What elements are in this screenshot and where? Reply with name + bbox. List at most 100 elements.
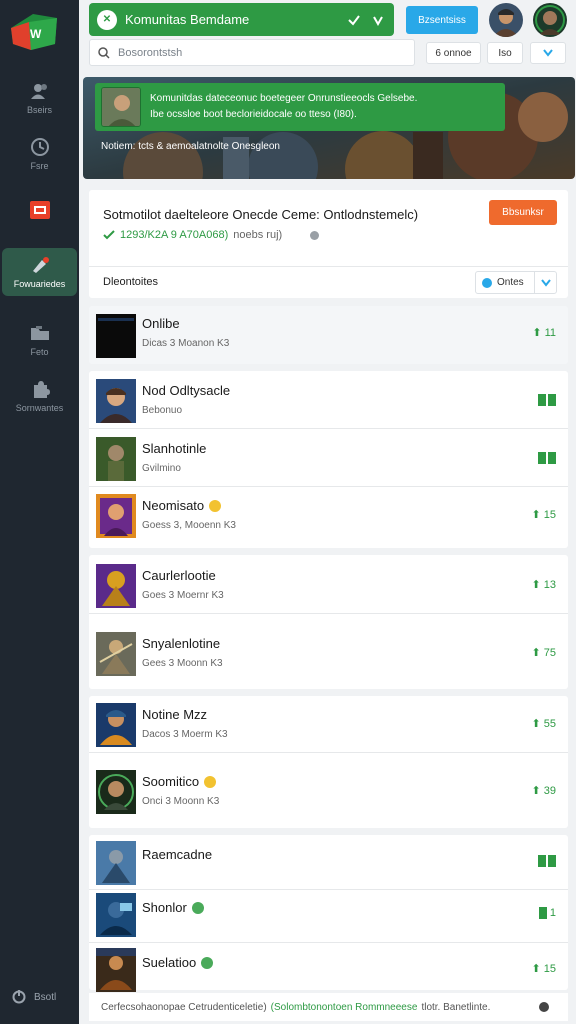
online-dot-icon: [201, 956, 214, 969]
dropdown-button[interactable]: [530, 42, 566, 64]
sidebar-item-calendar[interactable]: [2, 186, 77, 234]
rank-change: ⬆ 15: [531, 508, 556, 522]
sidebar-item-clock[interactable]: Fsre: [2, 130, 77, 178]
sidebar-item-label: Bseirs: [26, 105, 52, 115]
puzzle-icon: [29, 379, 51, 399]
sort-label: Iso: [498, 47, 512, 59]
join-button[interactable]: Bbsunksr: [489, 200, 557, 225]
online-dot-icon: [191, 901, 204, 914]
sort-button[interactable]: Iso: [487, 42, 523, 64]
app-logo[interactable]: W: [11, 14, 57, 50]
list-item[interactable]: Neomisato Goess 3, Mooenn K3 ⬆ 15: [89, 488, 568, 544]
announcement-banner[interactable]: Komunitdas dateceonuc boetegeer Onrunsti…: [83, 77, 575, 179]
game-name: Onlibe: [142, 316, 180, 331]
sidebar-item-users[interactable]: Bseirs: [2, 74, 77, 122]
power-icon: [12, 990, 26, 1004]
sidebar-footer-label: Bsotl: [34, 991, 57, 1003]
list-item[interactable]: Soomitico Onci 3 Moonn K3 ⬆ 39: [89, 764, 568, 820]
sidebar-item-puzzle[interactable]: Sornwantes: [2, 372, 77, 420]
game-thumbnail: [96, 564, 136, 608]
status-dot-icon: [482, 277, 492, 288]
banner-message-box: [95, 83, 505, 131]
rank-change: ⬆ 13: [531, 578, 556, 592]
close-badge-icon[interactable]: ✕: [97, 9, 117, 30]
game-name: Nod Odltysacle: [142, 383, 231, 398]
list-item[interactable]: Slanhotinle Gvilmino: [89, 431, 568, 487]
game-thumbnail: [96, 437, 136, 481]
info-icon[interactable]: [310, 231, 319, 240]
game-name: Soomitico: [142, 774, 217, 789]
divider: [89, 752, 568, 753]
banner-thumbnail: [101, 87, 141, 127]
game-name: Notine Mzz: [142, 707, 208, 722]
sidebar-item-rocket[interactable]: Fowuariedes: [2, 248, 77, 296]
community-title-bar[interactable]: ✕ Komunitas Bemdame: [89, 3, 394, 36]
sidebar-item-label: Fsre: [30, 161, 49, 171]
list-item[interactable]: Suelatioo ⬆ 15: [89, 942, 568, 998]
game-meta: Dicas 3 Moanon K3: [142, 338, 230, 349]
up-arrow-icon: ⬆: [531, 647, 541, 659]
rank-change: ⬆ 11: [532, 326, 556, 340]
status-select[interactable]: Ontes: [475, 271, 557, 294]
game-thumbnail: [96, 632, 136, 676]
sidebar-item-folder[interactable]: Feto: [2, 316, 77, 364]
rank-change: 1: [538, 907, 556, 919]
chevron-down-icon[interactable]: [534, 272, 556, 293]
rank-change: ⬆ 15: [531, 962, 556, 976]
chevron-down-icon[interactable]: [370, 12, 386, 28]
check-icon: [103, 230, 115, 240]
list-item[interactable]: Onlibe Dicas 3 Moanon K3 ⬆ 11: [89, 306, 568, 362]
activity-bars-icon: [538, 452, 556, 464]
rank-change: ⬆ 39: [531, 784, 556, 798]
activity-bars-icon: [538, 855, 556, 867]
list-item[interactable]: Raemcadne: [89, 834, 568, 890]
game-name: Neomisato: [142, 498, 222, 513]
up-arrow-icon: ⬆: [531, 718, 541, 730]
up-arrow-icon: ⬆: [531, 579, 541, 591]
game-meta: Goess 3, Mooenn K3: [142, 520, 236, 531]
search-input[interactable]: Bosorontstsh: [89, 39, 415, 66]
rank-change: ⬆ 55: [531, 717, 556, 731]
list-item[interactable]: Caurlerlootie Goes 3 Moernr K3 ⬆ 13: [89, 558, 568, 614]
primary-button[interactable]: Bzsentsiss: [406, 6, 478, 34]
list-item[interactable]: Nod Odltysacle Bebonuo: [89, 373, 568, 429]
banner-detail: Ibe ocssloe boot beclorieidocale oo ttes…: [150, 109, 357, 120]
rocket-icon: [29, 255, 51, 275]
avatar[interactable]: [489, 3, 523, 37]
list-item[interactable]: Snyalenlotine Gees 3 Moonn K3 ⬆ 75: [89, 626, 568, 682]
chevron-down-icon: [543, 49, 553, 57]
filter-label: 6 onnoe: [435, 47, 472, 59]
list-item[interactable]: Notine Mzz Dacos 3 Moerm K3 ⬆ 55: [89, 697, 568, 753]
clock-icon: [29, 137, 51, 157]
event-status: 1293/K2A 9 A70A068) noebs ruj): [103, 229, 282, 241]
divider: [89, 613, 568, 614]
footer-text: tlotr. Banetlinte.: [421, 1001, 491, 1013]
game-name: Snyalenlotine: [142, 636, 221, 651]
sidebar-item-label: Feto: [30, 347, 49, 357]
event-status-code: 1293/K2A 9 A70A068): [120, 229, 229, 241]
game-meta: Gees 3 Moonn K3: [142, 658, 223, 669]
game-meta: Bebonuo: [142, 405, 183, 416]
game-name: Suelatioo: [142, 955, 214, 970]
sidebar-item-label: Sornwantes: [15, 403, 64, 413]
divider: [89, 266, 568, 267]
sidebar-footer[interactable]: Bsotl: [12, 990, 56, 1004]
banner-note: Notiem: tcts & aemoalatnolte Onesgleon: [101, 141, 280, 152]
game-thumbnail: [96, 314, 136, 358]
game-name: Shonlor: [142, 900, 204, 915]
game-thumbnail: [96, 703, 136, 747]
rank-change: ⬆ 75: [531, 646, 556, 660]
filter-button[interactable]: 6 onnoe: [426, 42, 481, 64]
sidebar-item-label: Fowuariedes: [13, 279, 66, 289]
footer-link[interactable]: (Solombtonontoen Rommneeese: [271, 1002, 418, 1013]
avatar[interactable]: [533, 3, 567, 37]
game-meta: Gvilmino: [142, 463, 181, 474]
check-icon[interactable]: [346, 12, 362, 28]
divider: [89, 428, 568, 429]
list-item[interactable]: Shonlor 1: [89, 887, 568, 943]
up-arrow-icon: ⬆: [531, 509, 541, 521]
game-thumbnail: [96, 770, 136, 814]
settings-icon[interactable]: [539, 1002, 549, 1012]
event-card: Sotmotilot daelteleore Onecde Ceme: Ontl…: [89, 190, 568, 298]
smiley-icon: [209, 499, 222, 512]
